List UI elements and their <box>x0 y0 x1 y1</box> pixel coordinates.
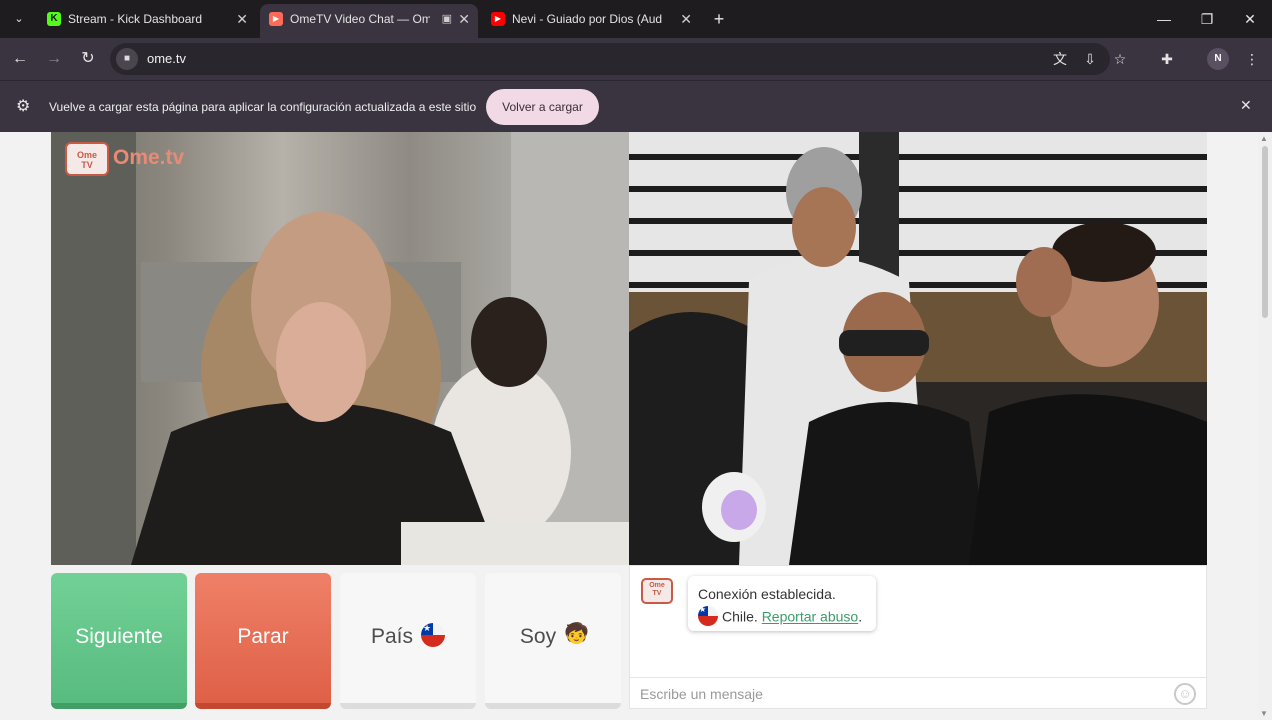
scroll-thumb[interactable] <box>1262 146 1268 318</box>
new-tab-icon[interactable]: + <box>708 8 730 30</box>
logo-brand-text: Ome.tv <box>113 146 185 169</box>
remote-video <box>629 132 1207 565</box>
maximize-icon[interactable]: ❐ <box>1187 6 1227 32</box>
local-video-scene <box>51 132 629 565</box>
next-button-label: Siguiente <box>75 625 163 648</box>
close-tab-icon[interactable]: ✕ <box>458 4 470 34</box>
report-abuse-link[interactable]: Reportar abuso <box>762 609 859 625</box>
reload-page-button[interactable]: Volver a cargar <box>486 89 599 125</box>
tab-kick-dashboard[interactable]: K Stream - Kick Dashboard ✕ <box>38 6 256 32</box>
report-trailing-dot: . <box>858 608 863 625</box>
minimize-icon[interactable]: — <box>1144 6 1184 32</box>
tab-ometv[interactable]: ▶ OmeTV Video Chat — Ome ▣ ✕ <box>260 4 478 38</box>
chat-logo-text: Ome TV <box>649 582 665 597</box>
emoji-icon[interactable]: ☺ <box>1174 683 1196 705</box>
country-button-label: País <box>370 625 414 648</box>
reload-infobar: ⚙ Vuelve a cargar esta página para aplic… <box>0 80 1272 132</box>
site-camera-icon[interactable]: ■ <box>116 48 138 70</box>
scroll-down-icon[interactable]: ▼ <box>1260 709 1268 718</box>
back-icon[interactable]: ← <box>8 47 32 71</box>
tab-search-icon[interactable]: ⌄ <box>8 8 30 30</box>
infobar-message: Vuelve a cargar esta página para aplicar… <box>49 100 477 114</box>
page-scrollbar[interactable]: ▲ ▼ <box>1258 132 1272 720</box>
chile-flag-icon: ★ <box>421 623 446 648</box>
scroll-up-icon[interactable]: ▲ <box>1260 134 1268 143</box>
extensions-icon[interactable]: ✚ <box>1155 47 1179 71</box>
boy-avatar-icon: 🧒 <box>564 623 589 646</box>
tab-label: Stream - Kick Dashboard <box>68 12 203 26</box>
tab-label: Nevi - Guiado por Dios (Audio <box>512 12 662 26</box>
tv-logo-icon: Ome TV <box>65 142 109 176</box>
tab-label: OmeTV Video Chat — Ome <box>290 12 430 26</box>
stop-button-label: Parar <box>237 625 289 648</box>
next-button[interactable]: Siguiente <box>51 573 187 709</box>
chile-flag-icon: ★ <box>698 606 718 626</box>
forward-icon[interactable]: → <box>42 47 66 71</box>
gender-select-button[interactable]: Soy 🧒 <box>485 573 621 709</box>
ometv-page: Ome TV Ome.tv Siguiente Parar País ★ Soy… <box>0 132 1258 720</box>
profile-avatar[interactable]: N <box>1207 48 1229 70</box>
browser-toolbar: ← → ↻ ■ ome.tv 文 ⇩ ☆ ✚ N ⋮ <box>0 38 1272 80</box>
connection-status: Conexión establecida. <box>698 586 836 602</box>
youtube-favicon-icon: ▶ <box>491 12 505 26</box>
partner-country: Chile. <box>722 608 758 625</box>
close-window-icon[interactable]: ✕ <box>1230 6 1270 32</box>
close-infobar-icon[interactable]: ✕ <box>1240 97 1252 114</box>
menu-icon[interactable]: ⋮ <box>1240 47 1264 71</box>
remote-video-scene <box>629 132 1207 565</box>
ometv-logo: Ome TV Ome.tv <box>65 140 195 176</box>
local-video: Ome TV Ome.tv <box>51 132 629 565</box>
system-message: Conexión establecida. ★ Chile. Reportar a… <box>688 576 876 631</box>
settings-gear-icon: ⚙ <box>16 98 31 115</box>
partner-country-line: ★ Chile. Reportar abuso. <box>698 606 863 628</box>
address-bar[interactable]: ■ ome.tv <box>110 43 1110 75</box>
gender-button-label: Soy <box>519 625 557 648</box>
kick-favicon-icon: K <box>47 12 61 26</box>
tab-youtube-nevi[interactable]: ▶ Nevi - Guiado por Dios (Audio ✕ <box>482 6 700 32</box>
chat-tv-logo-icon: Ome TV <box>641 578 673 604</box>
tab-strip: ⌄ K Stream - Kick Dashboard ✕ ▶ OmeTV Vi… <box>0 0 1272 38</box>
screen-share-icon: ▣ <box>441 13 452 25</box>
url-text: ome.tv <box>147 51 187 66</box>
stop-button[interactable]: Parar <box>195 573 331 709</box>
chat-input-bar: ☺ <box>630 677 1206 709</box>
logo-badge-text: Ome TV <box>76 150 97 170</box>
reload-icon[interactable]: ↻ <box>76 47 100 71</box>
chat-message-input[interactable] <box>640 682 1160 706</box>
ometv-favicon-icon: ▶ <box>269 12 283 26</box>
bookmark-star-icon[interactable]: ☆ <box>1108 47 1132 71</box>
chat-panel: Ome TV Conexión establecida. ★ Chile. Rep… <box>629 565 1207 709</box>
install-icon[interactable]: ⇩ <box>1078 47 1102 71</box>
country-select-button[interactable]: País ★ <box>340 573 476 709</box>
close-tab-icon[interactable]: ✕ <box>236 6 248 32</box>
close-tab-icon[interactable]: ✕ <box>680 6 692 32</box>
translate-icon[interactable]: 文 <box>1048 47 1072 71</box>
